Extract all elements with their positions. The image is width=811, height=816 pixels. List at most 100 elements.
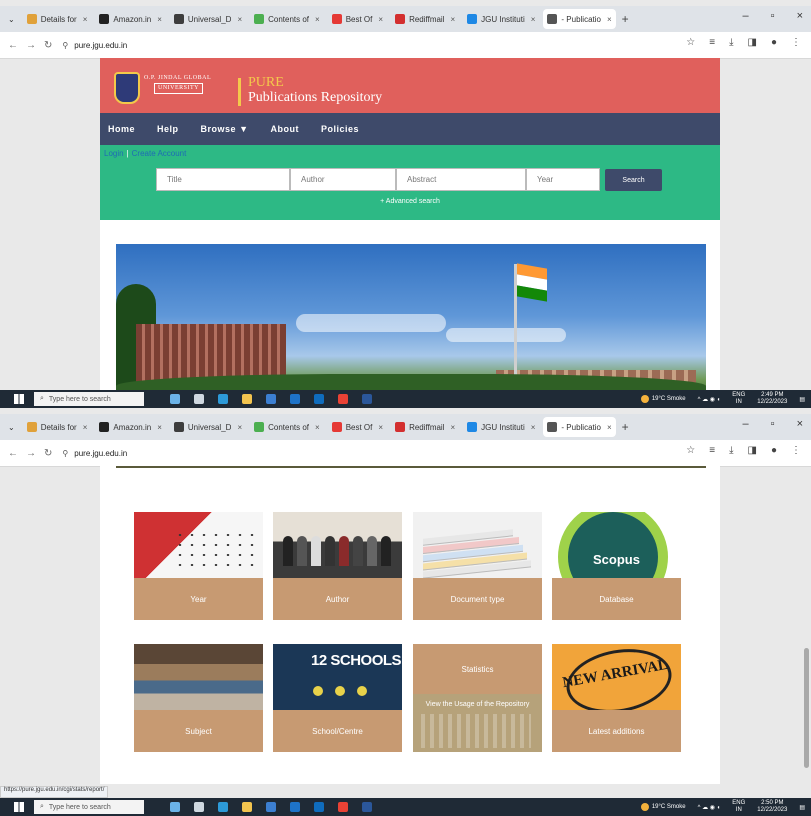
mail-icon[interactable] (290, 394, 300, 404)
nav-policies[interactable]: Policies (321, 124, 359, 134)
task-view-icon[interactable] (194, 394, 204, 404)
app-icon[interactable] (170, 394, 180, 404)
download-icon[interactable]: ⤓ (729, 445, 733, 456)
bookmark-star-icon[interactable]: ☆ (686, 445, 695, 456)
new-tab-icon[interactable]: + (622, 420, 629, 434)
close-icon[interactable]: × (157, 423, 162, 432)
latest-additions-card[interactable]: NEW ARRIVAL Latest additions (552, 644, 681, 752)
minimize-icon[interactable]: – (743, 10, 749, 22)
login-link[interactable]: Login (104, 149, 124, 158)
author-input[interactable]: Author (290, 168, 396, 191)
maximize-icon[interactable]: ▫ (771, 10, 775, 22)
store-icon[interactable] (266, 394, 276, 404)
language-indicator[interactable]: ENG IN (732, 392, 745, 406)
tray-icons[interactable]: ^ ☁ ◉ ◖ (698, 804, 721, 811)
close-icon[interactable]: × (378, 423, 383, 432)
windows-start-icon[interactable] (14, 802, 24, 812)
close-icon[interactable]: × (531, 15, 536, 24)
browse-author-card[interactable]: Author (273, 512, 402, 620)
profile-icon[interactable]: ● (771, 445, 777, 456)
edge-icon[interactable] (218, 802, 228, 812)
outlook-icon[interactable] (314, 394, 324, 404)
site-info-icon[interactable]: ⚲ (62, 41, 68, 50)
forward-icon[interactable]: → (26, 40, 36, 51)
task-view-icon[interactable] (194, 802, 204, 812)
address-bar[interactable]: ⚲ pure.jgu.edu.in (62, 41, 127, 50)
reload-icon[interactable]: ↻ (44, 448, 52, 459)
tab-6[interactable]: Rediffmail × (391, 9, 459, 29)
maximize-icon[interactable]: ▫ (771, 418, 775, 430)
nav-browse[interactable]: Browse ▼ (201, 124, 249, 134)
search-button[interactable]: Search (605, 169, 662, 191)
file-explorer-icon[interactable] (242, 802, 252, 812)
taskbar-search[interactable]: ⌕ Type here to search (34, 800, 144, 814)
close-icon[interactable]: × (450, 423, 455, 432)
notifications-icon[interactable]: ▤ (799, 396, 805, 403)
tab-3[interactable]: Universal_D × (170, 9, 246, 29)
create-account-link[interactable]: Create Account (132, 149, 187, 158)
close-icon[interactable]: × (83, 15, 88, 24)
word-icon[interactable] (362, 394, 372, 404)
title-input[interactable]: Title (156, 168, 290, 191)
weather-widget[interactable]: 19°C Smoke (640, 395, 686, 403)
close-icon[interactable]: × (83, 423, 88, 432)
outlook-icon[interactable] (314, 802, 324, 812)
close-icon[interactable]: × (378, 15, 383, 24)
tab-5[interactable]: Best Of × (328, 9, 387, 29)
tab-4[interactable]: Contents of × (250, 9, 324, 29)
tab-3[interactable]: Universal_D × (170, 417, 246, 437)
nav-about[interactable]: About (270, 124, 299, 134)
edge-icon[interactable] (218, 394, 228, 404)
browse-doctype-card[interactable]: Document type (413, 512, 542, 620)
taskbar-search[interactable]: ⌕ Type here to search (34, 392, 144, 406)
tab-2[interactable]: Amazon.in × (95, 9, 165, 29)
address-bar[interactable]: ⚲ pure.jgu.edu.in (62, 449, 127, 458)
menu-icon[interactable]: ⋮ (791, 445, 801, 456)
tab-7[interactable]: JGU Instituti × (463, 417, 539, 437)
tab-list-button[interactable]: ⌄ (4, 9, 19, 29)
chrome-icon[interactable] (338, 394, 348, 404)
back-icon[interactable]: ← (8, 448, 18, 459)
site-info-icon[interactable]: ⚲ (62, 449, 68, 458)
reading-icon[interactable]: ≡ (709, 445, 715, 456)
clock[interactable]: 2:49 PM 12/22/2023 (757, 392, 787, 406)
tab-list-button[interactable]: ⌄ (4, 417, 19, 437)
close-icon[interactable]: × (315, 423, 320, 432)
profile-icon[interactable]: ● (771, 37, 777, 48)
forward-icon[interactable]: → (26, 448, 36, 459)
download-icon[interactable]: ⤓ (729, 37, 733, 48)
close-icon[interactable]: × (531, 423, 536, 432)
back-icon[interactable]: ← (8, 40, 18, 51)
nav-help[interactable]: Help (157, 124, 179, 134)
tab-6[interactable]: Rediffmail × (391, 417, 459, 437)
word-icon[interactable] (362, 802, 372, 812)
close-icon[interactable]: × (607, 423, 612, 432)
close-icon[interactable]: × (157, 15, 162, 24)
close-icon[interactable]: × (237, 423, 242, 432)
close-icon[interactable]: × (237, 15, 242, 24)
sidepanel-icon[interactable]: ◨ (748, 445, 757, 456)
language-indicator[interactable]: ENG IN (732, 800, 745, 814)
clock[interactable]: 2:50 PM 12/22/2023 (757, 800, 787, 814)
mail-icon[interactable] (290, 802, 300, 812)
close-icon[interactable]: × (450, 15, 455, 24)
year-input[interactable]: Year (526, 168, 600, 191)
app-icon[interactable] (170, 802, 180, 812)
file-explorer-icon[interactable] (242, 394, 252, 404)
tab-1[interactable]: Details for × (23, 417, 92, 437)
tab-5[interactable]: Best Of × (328, 417, 387, 437)
windows-start-icon[interactable] (14, 394, 24, 404)
tab-2[interactable]: Amazon.in × (95, 417, 165, 437)
browse-year-card[interactable]: Year (134, 512, 263, 620)
close-icon[interactable]: × (607, 15, 612, 24)
browse-school-card[interactable]: 12 SCHOOLS School/Centre (273, 644, 402, 752)
bookmark-star-icon[interactable]: ☆ (686, 37, 695, 48)
tab-4[interactable]: Contents of × (250, 417, 324, 437)
tab-1[interactable]: Details for × (23, 9, 92, 29)
browse-database-card[interactable]: Scopus Database (552, 512, 681, 620)
new-tab-icon[interactable]: + (622, 12, 629, 26)
notifications-icon[interactable]: ▤ (799, 804, 805, 811)
sidepanel-icon[interactable]: ◨ (748, 37, 757, 48)
close-window-icon[interactable]: × (797, 418, 803, 430)
tab-8-active[interactable]: - Publicatio × (543, 9, 616, 29)
